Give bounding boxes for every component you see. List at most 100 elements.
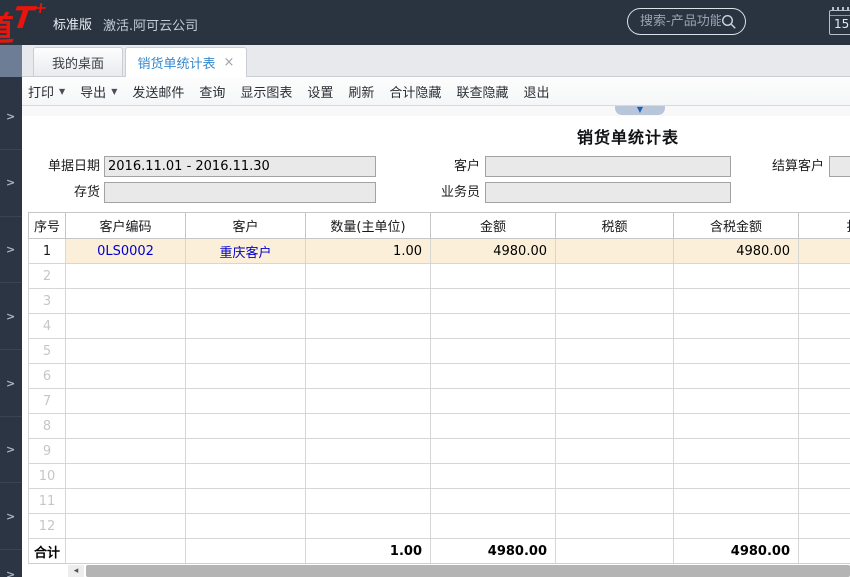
cell-customer_code <box>65 438 186 464</box>
cell-qty <box>305 413 431 439</box>
scrollbar-thumb[interactable] <box>86 565 850 577</box>
cell-customer <box>185 313 306 339</box>
cell-qty <box>305 313 431 339</box>
header-row: 序号客户编码客户数量(主单位)金额税额含税金额折扣 <box>28 212 850 239</box>
total-label-cell: 合计 <box>28 538 66 564</box>
total-cell-customer_code <box>65 538 186 564</box>
toolbar-item-label: 联查隐藏 <box>456 85 509 101</box>
sidebar-expand-icon[interactable]: > <box>6 243 18 257</box>
toolbar-item-hide-total[interactable]: 合计隐藏 <box>389 82 441 101</box>
table-row: 12 <box>28 513 850 539</box>
cell-customer_code[interactable]: 0LS0002 <box>65 238 186 264</box>
cell-discount <box>798 288 850 314</box>
sidebar-expand-icon[interactable]: > <box>6 176 18 190</box>
row-number-cell: 11 <box>28 488 66 514</box>
toolbar-item-label: 退出 <box>523 85 550 101</box>
toolbar-item-send-email[interactable]: 发送邮件 <box>132 82 184 101</box>
cell-customer_code <box>65 488 186 514</box>
report-grid: 序号客户编码客户数量(主单位)金额税额含税金额折扣10LS0002重庆客户1.0… <box>28 212 850 564</box>
cell-customer_code <box>65 263 186 289</box>
toolbar-item-show-chart[interactable]: 显示图表 <box>240 82 292 101</box>
total-cell-tax <box>555 538 674 564</box>
scroll-left-icon[interactable]: ◂ <box>68 565 84 577</box>
cell-qty <box>305 263 431 289</box>
cell-customer <box>185 363 306 389</box>
row-number-cell: 6 <box>28 363 66 389</box>
toolbar-item-export[interactable]: 导出 ▼ <box>80 82 117 101</box>
row-number-cell: 5 <box>28 338 66 364</box>
salesperson-input[interactable] <box>485 182 731 203</box>
cell-tax_incl <box>673 413 799 439</box>
settle-customer-input[interactable] <box>829 156 850 177</box>
cell-discount <box>798 388 850 414</box>
toolbar-item-settings[interactable]: 设置 <box>307 82 333 101</box>
filter-collapse-strip: ▼ <box>22 106 850 116</box>
cell-discount <box>798 413 850 439</box>
cell-customer <box>185 513 306 539</box>
sidebar-expand-icon[interactable]: > <box>6 510 18 524</box>
toolbar-item-hide-linked-query[interactable]: 联查隐藏 <box>456 82 508 101</box>
filter-label-settle-customer: 结算客户 <box>771 159 824 174</box>
cell-customer_code <box>65 363 186 389</box>
toolbar-item-query[interactable]: 查询 <box>199 82 225 101</box>
tab-close-icon[interactable]: × <box>224 56 235 69</box>
sidebar-expand-icon[interactable]: > <box>6 443 18 457</box>
toolbar-item-label: 刷新 <box>348 85 375 101</box>
brand-logo: T+ <box>10 0 49 36</box>
cell-customer_code <box>65 513 186 539</box>
calendar-icon[interactable]: 15 <box>829 7 850 35</box>
top-bar: 道 T+ 标准版 激活.阿可云公司 15 <box>0 0 850 48</box>
table-row: 2 <box>28 263 850 289</box>
cell-tax_incl <box>673 488 799 514</box>
cell-qty <box>305 463 431 489</box>
cell-amount <box>430 388 556 414</box>
toolbar-item-label: 显示图表 <box>240 85 293 101</box>
cell-amount <box>430 488 556 514</box>
cell-customer[interactable]: 重庆客户 <box>185 238 306 264</box>
sidebar-expand-icon[interactable]: > <box>6 568 18 577</box>
doc-date-input[interactable] <box>104 156 376 177</box>
total-cell-qty: 1.00 <box>305 538 431 564</box>
sidebar-expand-icon[interactable]: > <box>6 110 18 124</box>
toolbar-item-exit[interactable]: 退出 <box>523 82 549 101</box>
chevron-down-icon: ▼ <box>636 105 644 114</box>
total-row: 合计 1.00 4980.00 4980.00 <box>28 538 850 564</box>
cell-tax <box>555 338 674 364</box>
table-row: 7 <box>28 388 850 414</box>
cell-qty <box>305 288 431 314</box>
customer-input[interactable] <box>485 156 731 177</box>
cell-tax_incl <box>673 363 799 389</box>
tab-my-desktop[interactable]: 我的桌面 <box>33 47 123 76</box>
cell-tax_incl: 4980.00 <box>673 238 799 264</box>
sidebar-expand-icon[interactable]: > <box>6 377 18 391</box>
inventory-input[interactable] <box>104 182 376 203</box>
cell-tax_incl <box>673 288 799 314</box>
tab-sales-report[interactable]: 销货单统计表 × <box>125 47 247 77</box>
sidebar-header[interactable] <box>0 45 22 77</box>
cell-tax <box>555 513 674 539</box>
cell-tax <box>555 413 674 439</box>
table-row[interactable]: 1 0LS0002 重庆客户 1.00 4980.00 4980.00 <box>28 238 850 264</box>
cell-amount <box>430 288 556 314</box>
cell-customer <box>185 288 306 314</box>
search-input[interactable] <box>640 14 721 29</box>
collapse-handle[interactable]: ▼ <box>615 106 665 115</box>
cell-customer <box>185 463 306 489</box>
toolbar-item-label: 合计隐藏 <box>389 85 442 101</box>
cell-customer <box>185 488 306 514</box>
horizontal-scrollbar[interactable]: ◂ <box>28 563 850 577</box>
product-search[interactable] <box>627 8 746 35</box>
cell-amount <box>430 313 556 339</box>
report-area: 销货单统计表 单据日期 客户 结算客户 存货 业务员 序号客户编码客户数量(主单… <box>22 116 850 577</box>
cell-customer_code <box>65 338 186 364</box>
row-number-cell: 8 <box>28 413 66 439</box>
row-number-cell: 4 <box>28 313 66 339</box>
sidebar-divider <box>0 549 22 550</box>
dropdown-arrow-icon: ▼ <box>111 86 118 96</box>
toolbar-item-refresh[interactable]: 刷新 <box>348 82 374 101</box>
toolbar-item-print[interactable]: 打印 ▼ <box>28 82 65 101</box>
cell-discount <box>798 238 850 264</box>
cell-amount <box>430 263 556 289</box>
cell-customer <box>185 338 306 364</box>
sidebar-expand-icon[interactable]: > <box>6 310 18 324</box>
